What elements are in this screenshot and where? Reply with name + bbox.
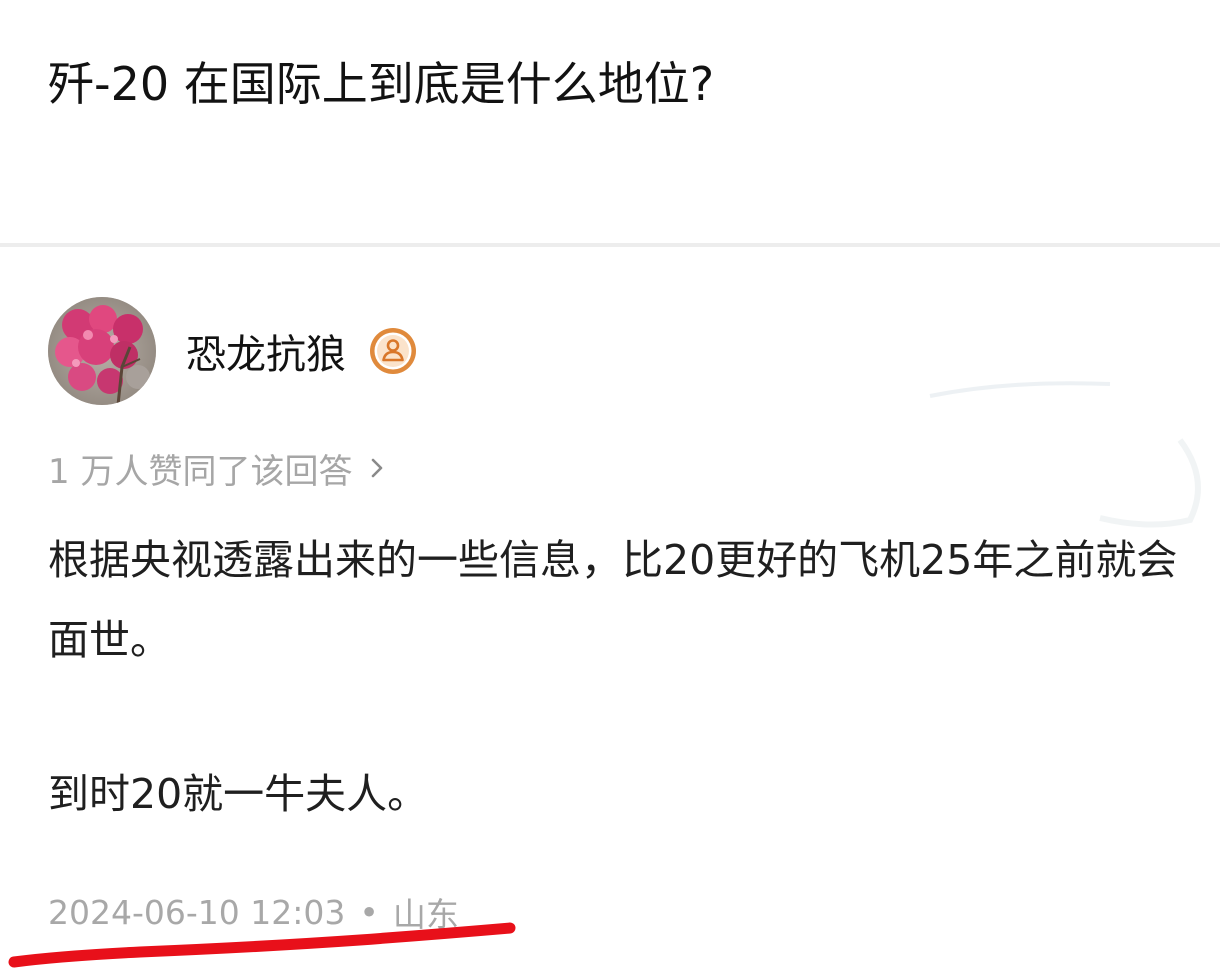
answer-paragraph: 到时20就一牛夫人。: [48, 770, 429, 818]
answer-paragraph: 根据央视透露出来的一些信息，比20更好的飞机25年之前就会面世。: [48, 536, 1178, 664]
section-divider: [0, 243, 1220, 247]
avatar[interactable]: [48, 297, 156, 405]
vote-summary-text: 1 万人赞同了该回答: [48, 451, 353, 492]
answer-meta: 2024-06-10 12:03 • 山东: [48, 884, 459, 940]
answer-content: 根据央视透露出来的一些信息，比20更好的飞机25年之前就会面世。 到时20就一牛…: [48, 520, 1178, 834]
chevron-right-icon: [370, 457, 384, 479]
author-row[interactable]: 恐龙抗狼: [48, 296, 418, 406]
timestamp: 2024-06-10 12:03: [48, 892, 346, 932]
ip-location: 山东: [392, 895, 459, 934]
vote-summary-link[interactable]: 1 万人赞同了该回答: [48, 440, 384, 496]
author-name[interactable]: 恐龙抗狼: [186, 322, 346, 380]
background-smudge: [929, 381, 1201, 528]
answer-page: 歼-20 在国际上到底是什么地位? 恐龙抗狼 1 万人赞同了该回答 根据央视透露…: [0, 0, 1220, 979]
question-title[interactable]: 歼-20 在国际上到底是什么地位?: [48, 48, 714, 120]
user-badge-icon[interactable]: [368, 326, 418, 376]
meta-separator: •: [359, 892, 379, 932]
